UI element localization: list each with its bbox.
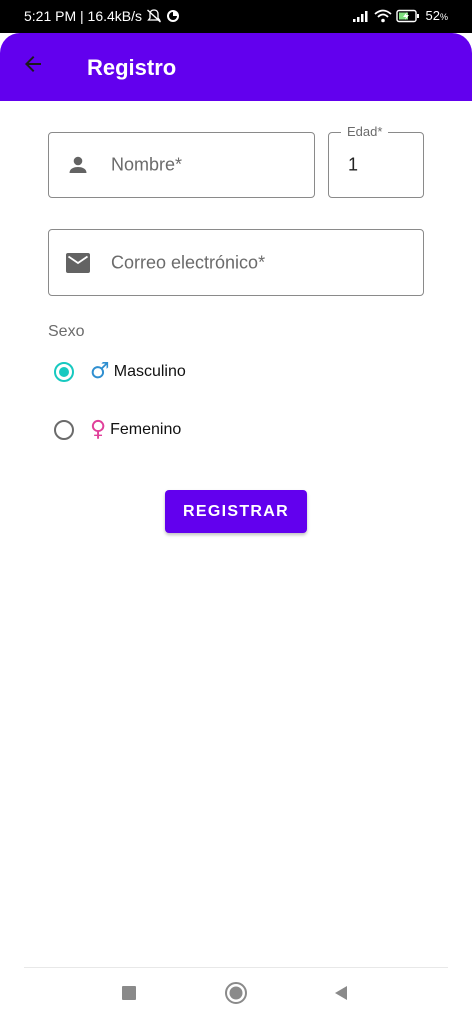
recents-button[interactable] xyxy=(116,982,142,1008)
age-field[interactable]: Edad* 1 xyxy=(328,124,424,198)
home-circle-icon xyxy=(224,981,248,1010)
age-value: 1 xyxy=(348,154,359,175)
app-bar: Registro xyxy=(0,33,472,101)
battery-percentage: 52% xyxy=(426,8,448,23)
signal-icon xyxy=(352,9,368,23)
battery-value: 52 xyxy=(425,8,440,23)
name-field[interactable]: Nombre* xyxy=(48,132,315,198)
sexo-label: Sexo xyxy=(48,323,85,340)
screen: 5:21 PM | 16.4kB/s 52% Registro Nombre* … xyxy=(0,0,472,1024)
name-placeholder: Nombre* xyxy=(111,154,183,175)
radio-femenino[interactable]: ♀ Femenino xyxy=(54,419,181,441)
battery-charging-icon xyxy=(395,9,420,23)
page-title: Registro xyxy=(87,55,177,80)
back-triangle-icon xyxy=(333,984,349,1007)
mail-icon xyxy=(65,250,91,276)
male-symbol-icon: ♂ xyxy=(90,359,110,384)
notifications-off-icon xyxy=(146,9,162,23)
back-button[interactable] xyxy=(18,51,48,81)
wifi-icon xyxy=(373,9,392,23)
status-bar: 5:21 PM | 16.4kB/s 52% xyxy=(0,0,472,33)
radio-button-checked[interactable] xyxy=(54,362,74,382)
status-right: 52% xyxy=(352,8,448,23)
register-button[interactable]: REGISTRAR xyxy=(165,490,307,533)
radio-button-unchecked[interactable] xyxy=(54,420,74,440)
status-left: 5:21 PM | 16.4kB/s xyxy=(24,8,182,24)
data-saver-icon xyxy=(166,9,182,23)
arrow-back-icon xyxy=(21,52,45,81)
radio-label-masculino: Masculino xyxy=(113,363,186,380)
person-icon xyxy=(65,152,91,178)
nav-divider xyxy=(24,967,448,968)
nav-back-button[interactable] xyxy=(328,982,354,1008)
email-field[interactable]: Correo electrónico* xyxy=(48,229,424,296)
email-placeholder: Correo electrónico* xyxy=(111,252,266,272)
age-label: Edad* xyxy=(341,124,389,139)
home-button[interactable] xyxy=(223,981,249,1010)
battery-unit: % xyxy=(439,12,448,22)
recents-square-icon xyxy=(121,985,137,1006)
status-time-speed: 5:21 PM | 16.4kB/s xyxy=(24,8,143,24)
radio-label-femenino: Femenino xyxy=(110,421,182,438)
radio-masculino[interactable]: ♂ Masculino xyxy=(54,361,186,383)
female-symbol-icon: ♀ xyxy=(90,417,107,442)
